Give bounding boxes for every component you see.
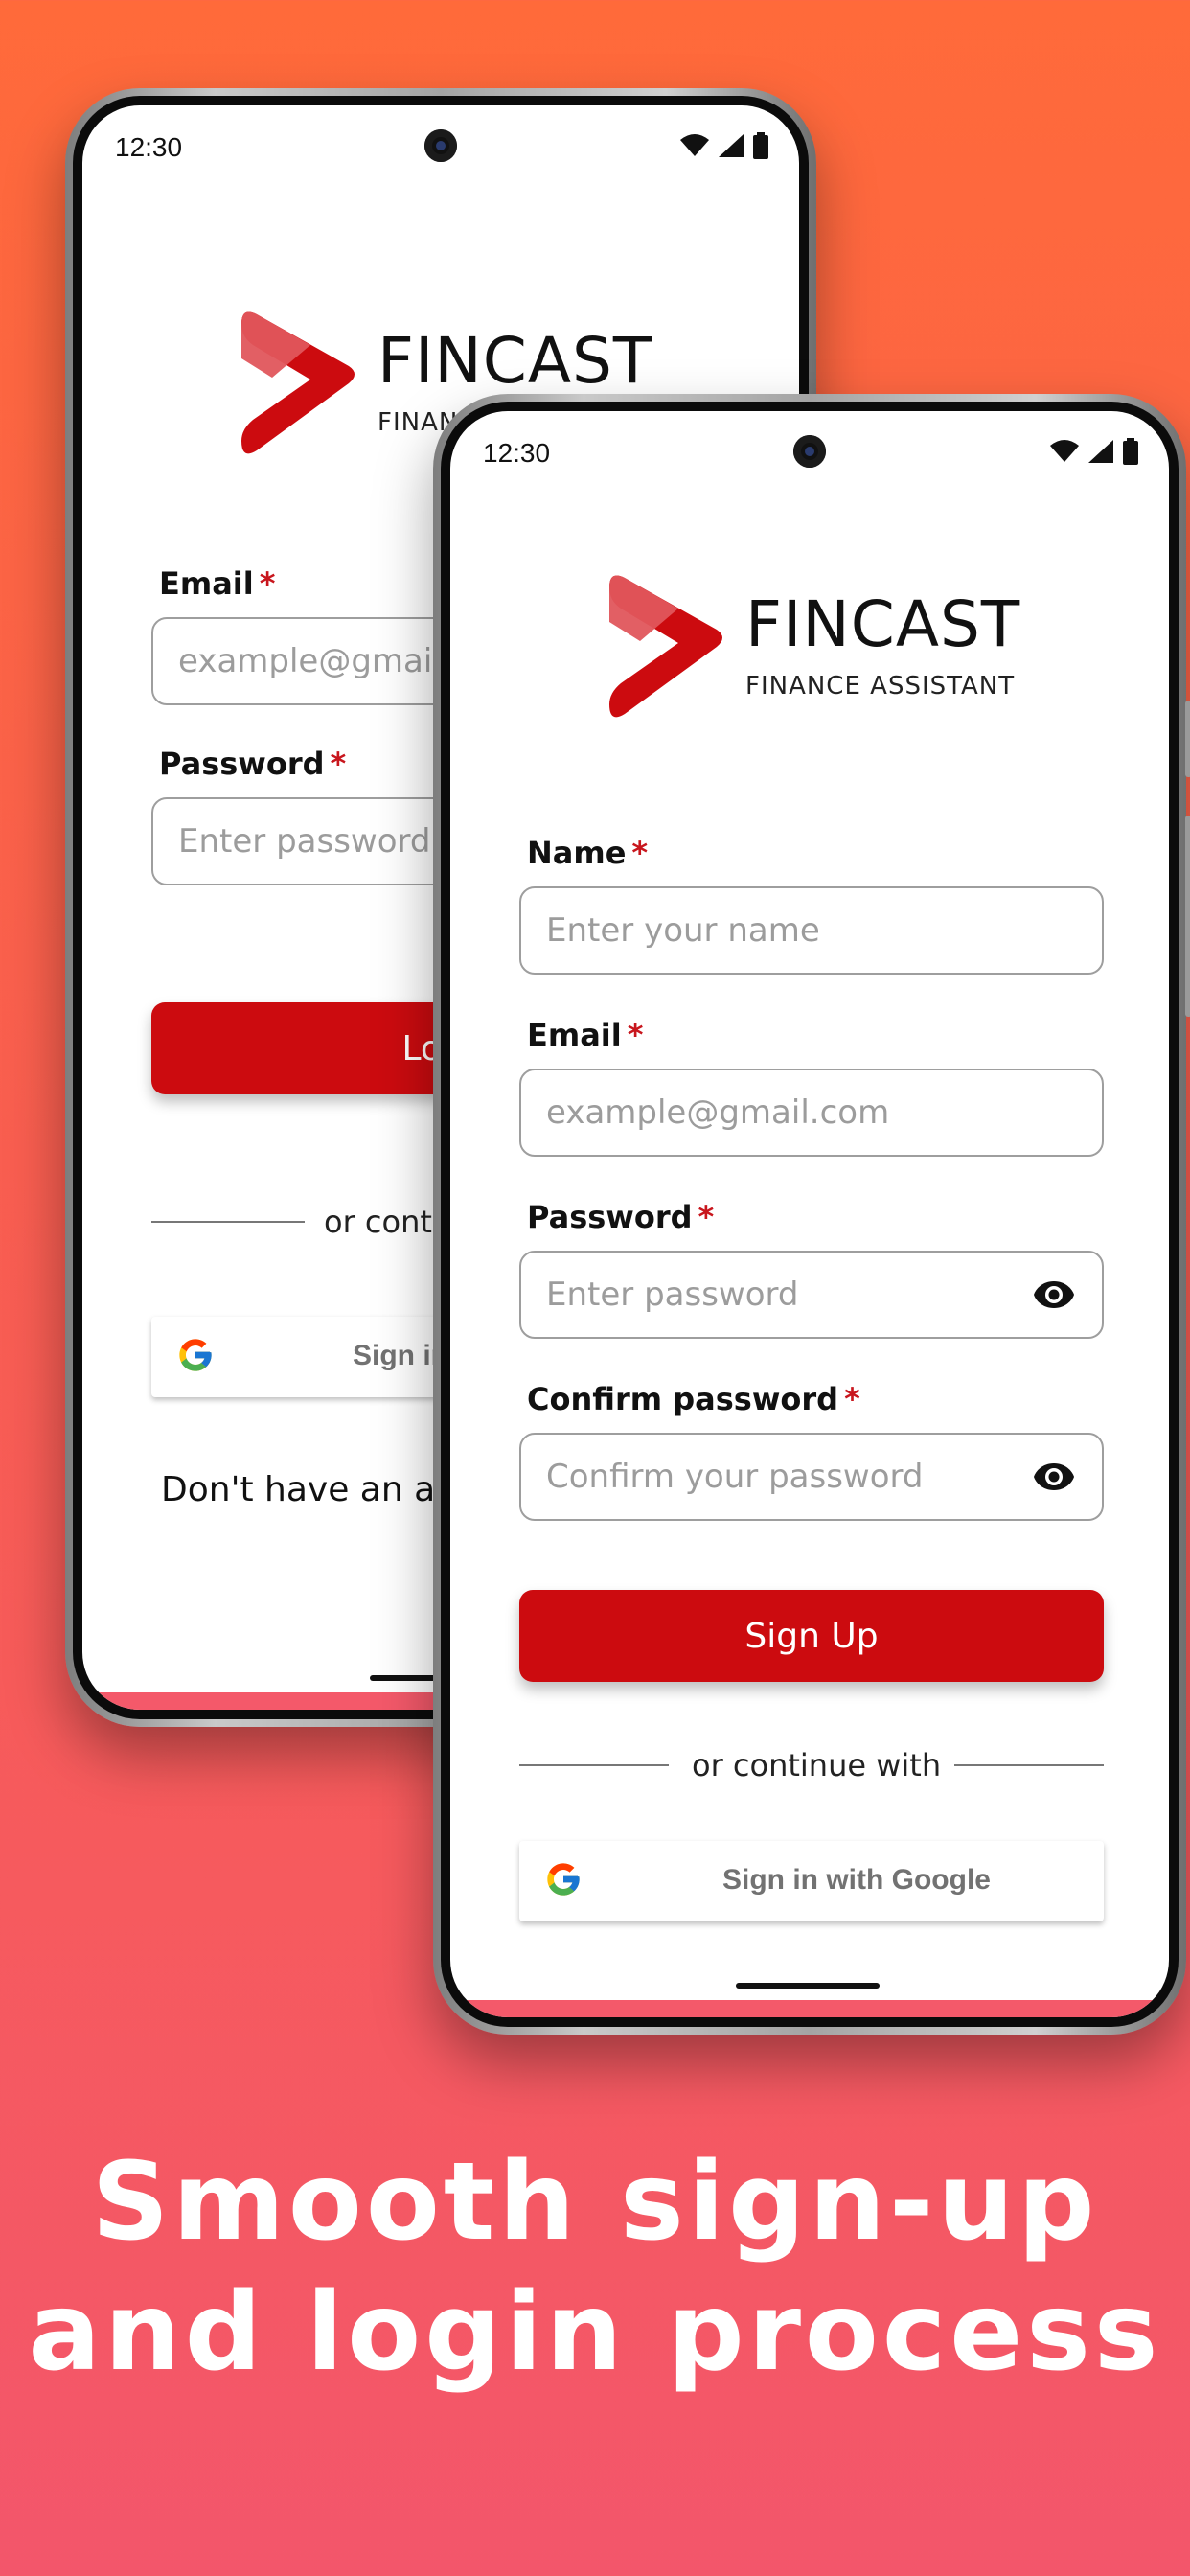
eye-icon[interactable] <box>1033 1460 1075 1494</box>
divider-text: or continue with <box>692 1747 942 1783</box>
home-indicator <box>736 1983 880 1989</box>
name-label: Name * <box>527 835 649 871</box>
signup-phone-mockup: 12:30 FINCAST FINANCE ASSISTANT Name * E… <box>433 394 1190 2035</box>
password-label: Password * <box>527 1199 715 1235</box>
camera-icon <box>793 435 826 468</box>
screen-bottom-strip <box>450 2000 1169 2017</box>
status-icons <box>680 132 768 159</box>
sign-up-button[interactable]: Sign Up <box>519 1590 1104 1682</box>
confirm-password-field[interactable] <box>519 1433 1104 1521</box>
google-icon <box>179 1339 212 1371</box>
promo-headline: Smooth sign-up and login process <box>0 2137 1190 2398</box>
fincast-logo-icon <box>609 575 722 718</box>
battery-icon <box>753 132 768 159</box>
battery-icon <box>1123 438 1138 465</box>
wifi-icon <box>680 134 709 156</box>
brand-name: FINCAST <box>378 324 653 398</box>
phone-side-button <box>1185 816 1190 1017</box>
signal-icon <box>719 134 744 157</box>
email-label: Email * <box>527 1017 644 1053</box>
phone-side-button <box>1185 701 1190 777</box>
phone-bezel: 12:30 FINCAST FINANCE ASSISTANT <box>441 402 1179 2027</box>
email-input[interactable] <box>521 1070 1011 1155</box>
email-field[interactable] <box>519 1069 1104 1157</box>
status-bar: 12:30 <box>107 126 774 169</box>
headline-line-1: Smooth sign-up <box>91 2140 1099 2265</box>
headline-line-2: and login process <box>28 2270 1162 2395</box>
eye-icon[interactable] <box>1033 1277 1075 1312</box>
app-logo: FINCAST FINANCE ASSISTANT <box>602 570 1020 724</box>
status-icons <box>1050 438 1138 465</box>
brand-tagline: FINANCE ASSISTANT <box>745 672 1016 701</box>
divider-line-right <box>954 1764 1104 1766</box>
status-time: 12:30 <box>483 438 551 468</box>
signup-screen: 12:30 FINCAST FINANCE ASSISTANT Name * E… <box>450 411 1169 2017</box>
camera-icon <box>424 129 457 162</box>
password-label: Password * <box>159 746 347 782</box>
confirm-password-input[interactable] <box>521 1435 1011 1519</box>
signal-icon <box>1088 440 1113 463</box>
name-input[interactable] <box>521 888 1011 973</box>
divider: or continue with <box>519 1745 1104 1783</box>
name-field[interactable] <box>519 886 1104 975</box>
confirm-password-label: Confirm password * <box>527 1381 860 1417</box>
email-label: Email * <box>159 565 276 602</box>
google-signin-label: Sign in with Google <box>722 1864 991 1896</box>
divider-line-left <box>519 1764 669 1766</box>
divider-line-left <box>151 1221 305 1223</box>
google-icon <box>547 1863 580 1896</box>
google-signin-button[interactable]: Sign in with Google <box>519 1841 1104 1921</box>
password-input[interactable] <box>521 1253 1011 1337</box>
wifi-icon <box>1050 440 1079 462</box>
status-time: 12:30 <box>115 132 183 162</box>
fincast-logo-icon <box>241 311 355 454</box>
password-field[interactable] <box>519 1251 1104 1339</box>
status-bar: 12:30 <box>475 432 1144 474</box>
brand-name: FINCAST <box>745 587 1021 661</box>
